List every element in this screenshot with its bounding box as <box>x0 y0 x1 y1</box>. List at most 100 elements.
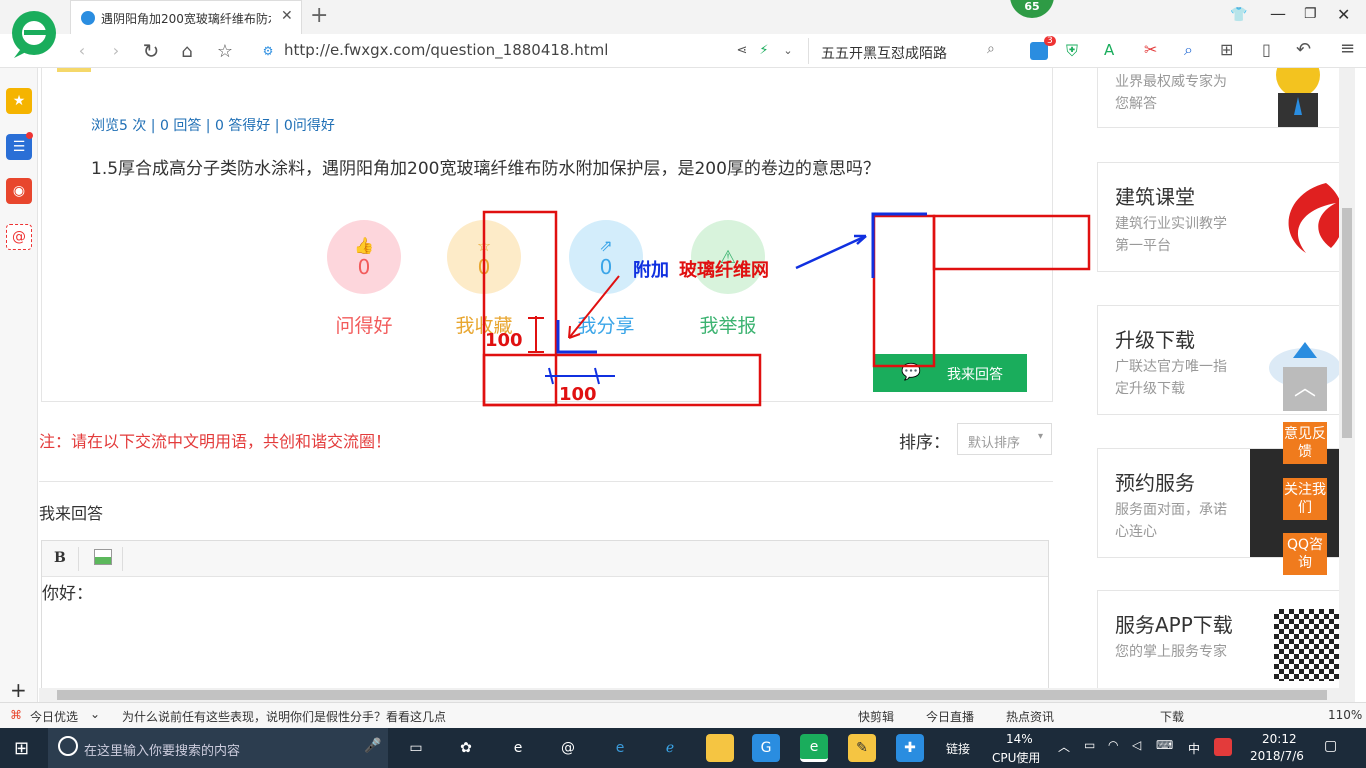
undo-icon[interactable]: ↶ <box>1296 39 1311 60</box>
app-download-card[interactable]: 服务APP下载 您的掌上服务专家 <box>1097 590 1350 688</box>
mail-icon[interactable]: @ <box>6 224 32 250</box>
magnifier-icon[interactable]: ⌕ <box>1184 40 1193 60</box>
close-window-button[interactable]: ✕ <box>1337 5 1350 24</box>
browser-logo-icon[interactable] <box>10 6 58 60</box>
horizontal-scrollbar[interactable] <box>39 688 1355 702</box>
restore-button[interactable]: ❐ <box>1304 6 1317 22</box>
image-icon[interactable] <box>94 549 112 565</box>
sort-selected: 默认排序 <box>968 436 1021 451</box>
active-browser-icon[interactable]: e <box>800 734 828 762</box>
edge-icon[interactable]: e <box>606 734 634 762</box>
weibo-icon[interactable]: ◉ <box>6 178 32 204</box>
live-label[interactable]: 今日直播 <box>926 708 974 725</box>
divider <box>39 481 1053 482</box>
feedback-button[interactable]: 意见反馈 <box>1283 422 1327 464</box>
tray-up-icon[interactable]: ︿ <box>1058 738 1070 755</box>
hscroll-thumb[interactable] <box>57 690 1327 700</box>
chevron-down-icon[interactable]: ⌄ <box>780 42 796 58</box>
page-content: 浏览5 次 | 0 回答 | 0 答得好 | 0问得好 1.5厚合成高分子类防水… <box>39 68 1355 688</box>
lightning-icon[interactable]: ⚡ <box>756 42 772 58</box>
taskbar-search-box[interactable]: 在这里输入你要搜索的内容 🎤 <box>48 728 388 768</box>
internet-explorer-icon[interactable]: ℯ <box>656 734 684 762</box>
back-icon[interactable]: ‹ <box>72 40 92 60</box>
favorites-icon[interactable]: ★ <box>6 88 32 114</box>
scrollbar-thumb[interactable] <box>1342 208 1352 438</box>
hot-pick-label[interactable]: 今日优选 <box>30 708 78 725</box>
ime-label[interactable]: 中 <box>1188 740 1200 757</box>
browser-tab[interactable]: 遇阴阳角加200宽玻璃纤维布防水 ✕ <box>70 0 302 34</box>
chevron-down-icon[interactable]: ⌄ <box>90 707 100 721</box>
search-box[interactable]: 五五开黑互怼成陌路 ⌕ <box>808 38 1008 64</box>
task-view-icon[interactable]: ▭ <box>402 734 430 762</box>
taskbar-search-placeholder: 在这里输入你要搜索的内容 <box>84 744 241 759</box>
g-app-icon[interactable]: G <box>752 734 780 762</box>
wifi-icon[interactable]: ◠ <box>1108 738 1118 752</box>
app-pinwheel-icon[interactable]: ✿ <box>452 734 480 762</box>
zoom-level[interactable]: 110% <box>1328 708 1362 722</box>
add-sidebar-icon[interactable]: + <box>10 678 27 702</box>
bold-button[interactable]: B <box>54 550 66 566</box>
sort-select[interactable]: 默认排序 ▾ <box>957 423 1052 455</box>
translate-icon[interactable]: A <box>1104 41 1114 59</box>
back-to-top-button[interactable]: ︿ <box>1283 367 1327 411</box>
reader-icon[interactable]: ▯ <box>1262 40 1271 59</box>
cpu-percent: 14% <box>1006 732 1033 746</box>
clock-date[interactable]: 2018/7/6 <box>1250 749 1304 763</box>
browser-sidebar: ★ ☰ ◉ @ + <box>0 68 38 708</box>
file-explorer-icon[interactable] <box>706 734 734 762</box>
skin-icon[interactable]: 👕 <box>1230 7 1247 23</box>
ie-browser-icon[interactable]: e <box>504 734 532 762</box>
editor-content[interactable]: 你好： <box>42 579 93 604</box>
building-class-card[interactable]: 建筑课堂 建筑行业实训教学第一平台 <box>1097 162 1349 272</box>
clip-label[interactable]: 快剪辑 <box>858 708 894 725</box>
secure-site-icon: ⚙ <box>262 44 274 58</box>
search-icon[interactable]: ⌕ <box>987 41 995 57</box>
shield-icon[interactable]: ⛨ <box>1066 41 1078 61</box>
appointment-title: 预约服务 <box>1115 471 1195 495</box>
download-label[interactable]: 下载 <box>1160 708 1184 725</box>
vertical-scrollbar[interactable] <box>1339 68 1355 688</box>
news-ticker[interactable]: 为什么说前任有这些表现，说明你们是假性分手？看看这几点 <box>122 708 446 725</box>
minimize-button[interactable]: — <box>1270 4 1286 23</box>
battery-icon[interactable]: ▭ <box>1084 738 1095 752</box>
follow-us-button[interactable]: 关注我们 <box>1283 478 1327 520</box>
links-label[interactable]: 链接 <box>946 740 970 757</box>
grid-icon[interactable]: ⊞ <box>1220 40 1233 59</box>
new-tab-button[interactable]: + <box>310 3 328 28</box>
toolbar-separator <box>78 547 79 571</box>
action-center-icon[interactable]: ▢ <box>1324 738 1337 754</box>
spiral-app-icon[interactable]: @ <box>554 734 582 762</box>
home-icon[interactable]: ⌂ <box>176 40 198 62</box>
share-url-icon[interactable]: ⋖ <box>734 42 750 58</box>
favorite-star-icon[interactable]: ☆ <box>214 40 236 62</box>
annotation-corner-line <box>556 320 597 354</box>
close-tab-icon[interactable]: ✕ <box>281 8 293 24</box>
volume-icon[interactable]: ◁ <box>1132 738 1141 752</box>
qq-consult-button[interactable]: QQ咨询 <box>1283 533 1327 575</box>
annotation-right-vertical-rect <box>872 214 936 368</box>
plus-app-icon[interactable]: ✚ <box>896 734 924 762</box>
search-input[interactable]: 五五开黑互怼成陌路 <box>821 43 947 63</box>
notification-badge[interactable]: 65 <box>1010 0 1054 18</box>
refresh-icon[interactable]: ↻ <box>140 39 162 63</box>
browser-status-bar: ⌘ 今日优选 ⌄ 为什么说前任有这些表现，说明你们是假性分手？看看这几点 快剪辑… <box>0 702 1366 728</box>
annotation-horizontal-rect <box>482 353 762 407</box>
keyboard-icon[interactable]: ⌨ <box>1156 738 1173 752</box>
qr-code-icon <box>1270 605 1350 685</box>
url-field[interactable]: http://e.fwxgx.com/question_1880418.html <box>284 41 608 59</box>
clock-time[interactable]: 20:12 <box>1262 732 1297 746</box>
menu-icon[interactable]: ≡ <box>1340 38 1355 59</box>
red-dot-icon <box>26 132 33 139</box>
tab-favicon-icon <box>81 11 95 25</box>
sogou-icon[interactable] <box>1214 738 1232 756</box>
annotation-label-red: 玻璃纤维网 <box>679 260 769 281</box>
scissors-icon[interactable]: ✂ <box>1144 40 1157 59</box>
hot-pick-icon: ⌘ <box>10 708 22 722</box>
toolbar-separator <box>122 547 123 571</box>
news-label[interactable]: 热点资讯 <box>1006 708 1054 725</box>
forward-icon[interactable]: › <box>106 40 126 60</box>
microphone-icon[interactable]: 🎤 <box>364 738 381 754</box>
expert-card[interactable]: 业界最权威专家为您解答 <box>1097 68 1349 128</box>
windows-start-icon[interactable]: ⊞ <box>14 738 29 759</box>
notes-app-icon[interactable]: ✎ <box>848 734 876 762</box>
